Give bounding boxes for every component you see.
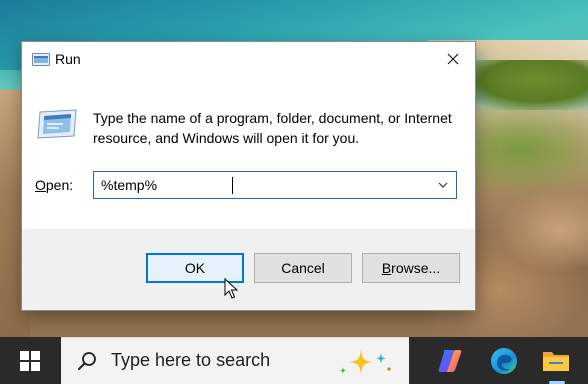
windows-logo-icon	[20, 350, 40, 371]
wallpaper-vegetation	[458, 60, 588, 110]
edge-icon[interactable]	[486, 343, 522, 379]
run-app-icon	[32, 53, 50, 66]
close-icon	[447, 53, 458, 65]
dialog-title: Run	[55, 51, 81, 67]
browse-button[interactable]: Browse...	[362, 253, 460, 283]
text-caret	[232, 177, 233, 194]
edge-logo-icon	[491, 348, 517, 374]
search-placeholder: Type here to search	[111, 350, 271, 370]
run-program-icon	[37, 109, 77, 139]
copilot-icon[interactable]	[432, 343, 468, 379]
file-explorer-icon[interactable]	[538, 343, 574, 379]
copilot-logo-icon	[438, 350, 462, 372]
run-dialog: Run Type the name of a program, folder, …	[21, 41, 476, 311]
open-input[interactable]: %temp%	[101, 177, 157, 193]
open-label: Open:	[35, 177, 74, 193]
dialog-titlebar[interactable]: Run	[22, 42, 475, 76]
dialog-footer: OK Cancel Browse...	[22, 229, 475, 310]
folder-icon	[543, 352, 569, 371]
taskbar-search-box[interactable]: Type here to search	[61, 337, 409, 384]
close-button[interactable]	[430, 42, 475, 76]
cancel-button[interactable]: Cancel	[254, 253, 352, 283]
chevron-down-icon[interactable]	[436, 178, 450, 192]
start-button[interactable]	[0, 337, 60, 384]
mouse-cursor-icon	[224, 278, 238, 299]
sparkle-highlight-icon	[339, 349, 391, 375]
dialog-description: Type the name of a program, folder, docu…	[93, 110, 452, 146]
taskbar: Type here to search	[0, 337, 588, 384]
open-combobox[interactable]: %temp%	[93, 171, 457, 199]
search-icon	[78, 352, 96, 370]
